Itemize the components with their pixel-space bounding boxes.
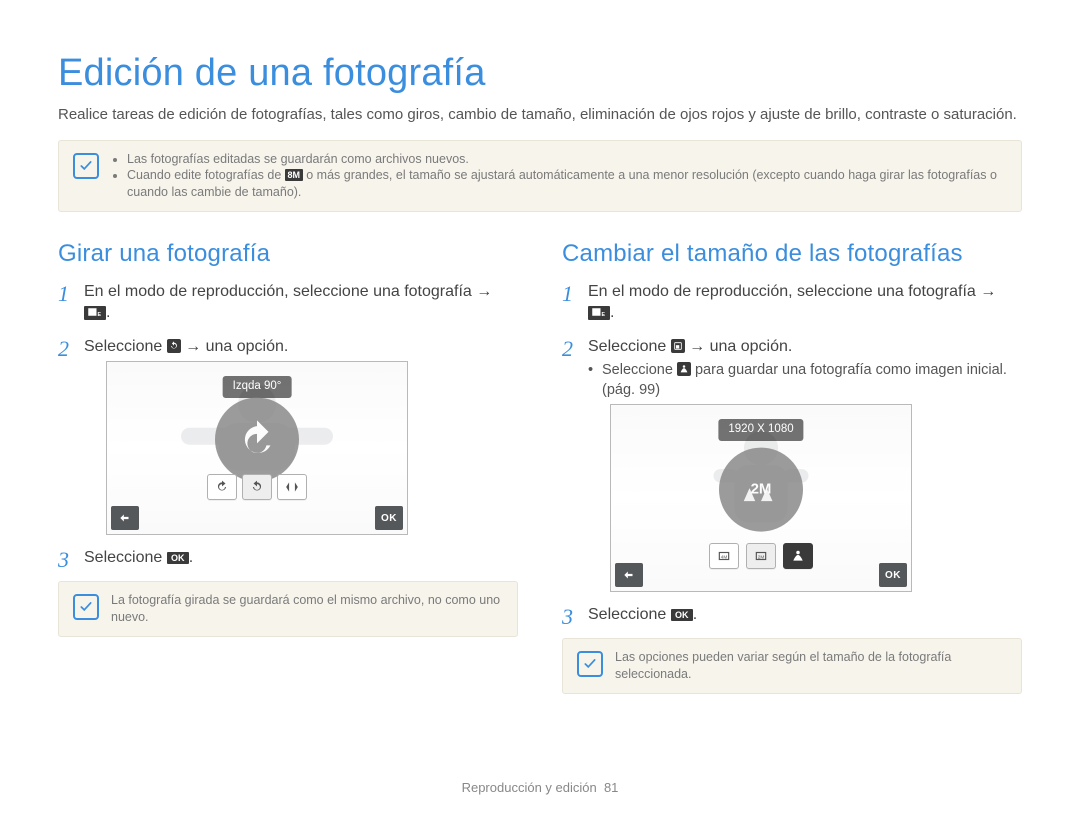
svg-text:E: E: [97, 312, 101, 318]
page-title: Edición de una fotografía: [58, 48, 1022, 99]
steps-rotate: En el modo de reproducción, seleccione u…: [58, 281, 518, 569]
edit-icon: E: [84, 306, 106, 320]
opt-rotate-left[interactable]: [242, 474, 272, 500]
step-1: En el modo de reproducción, seleccione u…: [58, 281, 518, 324]
resize-icon: [671, 339, 685, 353]
svg-text:E: E: [601, 312, 605, 318]
note-icon: [73, 153, 99, 179]
option-row-resize: 4M 2M: [709, 543, 813, 569]
svg-text:4M: 4M: [721, 555, 728, 560]
opt-rotate-right[interactable]: [207, 474, 237, 500]
back-button[interactable]: [111, 506, 139, 530]
step-1: En el modo de reproducción, seleccione u…: [562, 281, 1022, 324]
heading-rotate: Girar una fotografía: [58, 238, 518, 270]
note-resize-text: Las opciones pueden variar según el tama…: [615, 649, 1007, 683]
top-note-item: Las fotografías editadas se guardarán co…: [127, 151, 1007, 168]
col-resize: Cambiar el tamaño de las fotografías En …: [562, 238, 1022, 694]
option-row-rotate: [207, 474, 307, 500]
top-note-list: Las fotografías editadas se guardarán co…: [111, 151, 1007, 202]
note-rotate: La fotografía girada se guardará como el…: [58, 581, 518, 637]
center-disc-resize: 2M: [719, 448, 803, 532]
center-disc-rotate: [215, 398, 299, 482]
top-note-box: Las fotografías editadas se guardarán co…: [58, 140, 1022, 213]
footer-page: 81: [604, 780, 618, 795]
back-button[interactable]: [615, 563, 643, 587]
ok-button[interactable]: OK: [879, 563, 907, 587]
note-icon: [577, 651, 603, 677]
intro-text: Realice tareas de edición de fotografías…: [58, 105, 1022, 125]
footer-section: Reproducción y edición: [462, 780, 597, 795]
opt-size-4m[interactable]: 4M: [709, 543, 739, 569]
top-note-item: Cuando edite fotografías de 8M o más gra…: [127, 167, 1007, 201]
step-2-sub: Seleccione para guardar una fotografía c…: [588, 361, 1022, 400]
startimg-icon: [677, 362, 691, 376]
step-2: Seleccione → una opción. Seleccione para…: [562, 336, 1022, 593]
opt-flip[interactable]: [277, 474, 307, 500]
note-icon: [73, 594, 99, 620]
center-disc-label: 2M: [751, 480, 772, 500]
opt-startimg[interactable]: [783, 543, 813, 569]
edit-icon: E: [588, 306, 610, 320]
pill-resize-label: 1920 X 1080: [718, 419, 803, 441]
svg-text:2M: 2M: [758, 555, 765, 560]
steps-resize: En el modo de reproducción, seleccione u…: [562, 281, 1022, 627]
ok-icon: OK: [167, 552, 189, 564]
heading-resize: Cambiar el tamaño de las fotografías: [562, 238, 1022, 270]
step-3: Seleccione OK.: [58, 547, 518, 569]
col-rotate: Girar una fotografía En el modo de repro…: [58, 238, 518, 694]
camera-screen-rotate: Izqda 90° OK: [106, 361, 408, 535]
footer: Reproducción y edición 81: [0, 779, 1080, 797]
opt-size-2m[interactable]: 2M: [746, 543, 776, 569]
step-2: Seleccione → una opción. Izqda 90°: [58, 336, 518, 536]
pill-rotate-label: Izqda 90°: [223, 376, 292, 398]
note-rotate-text: La fotografía girada se guardará como el…: [111, 592, 503, 626]
size-8m-icon: 8M: [285, 169, 303, 181]
step-3: Seleccione OK.: [562, 604, 1022, 626]
rotate-icon: [167, 339, 181, 353]
note-resize: Las opciones pueden variar según el tama…: [562, 638, 1022, 694]
ok-icon: OK: [671, 609, 693, 621]
camera-screen-resize: 1920 X 1080 2M 4M 2M OK: [610, 404, 912, 592]
ok-button[interactable]: OK: [375, 506, 403, 530]
